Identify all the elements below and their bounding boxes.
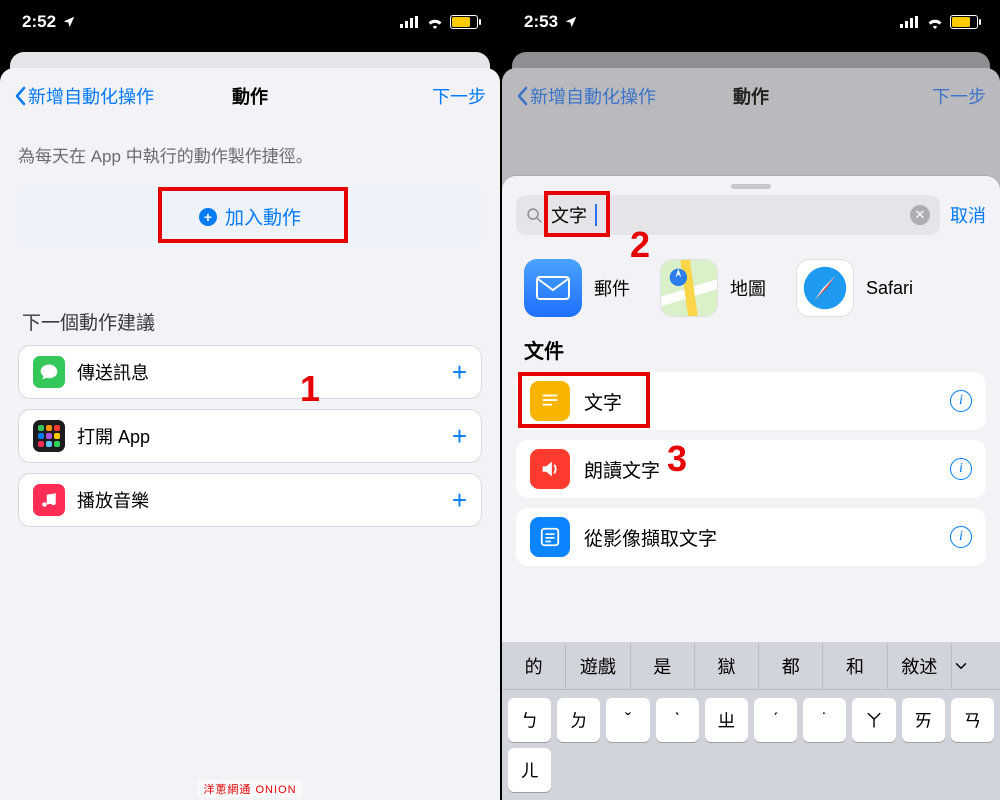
signal-icon [400,16,420,28]
hint-text: 為每天在 App 中執行的動作製作捷徑。 [18,142,482,167]
add-icon[interactable]: + [452,421,467,452]
suggestion-label: 播放音樂 [77,487,440,513]
result-item-extract[interactable]: 從影像擷取文字 i [516,508,986,566]
kb-sugg-item[interactable]: 敘述 [888,643,952,689]
wifi-icon [926,16,944,29]
battery-icon [450,15,478,29]
annotation-2: 2 [630,224,650,266]
mail-icon [524,259,582,317]
kb-sugg-item[interactable]: 都 [759,643,823,689]
wifi-icon [426,16,444,29]
annotation-3: 3 [667,438,687,480]
annotation-box-3 [518,372,650,428]
info-icon[interactable]: i [950,458,972,480]
keyboard-keys[interactable]: ㄅ ㄉ ˇ ˋ ㄓ ˊ ˙ ㄚ ㄞ ㄢ ㄦ [502,690,1000,800]
key[interactable]: ˇ [606,698,649,742]
app-label: 地圖 [730,275,766,301]
result-item-speak[interactable]: 朗讀文字 i [516,440,986,498]
clear-search-icon[interactable]: ✕ [910,205,930,225]
navbar: 新增自動化操作 動作 下一步 [0,68,500,124]
suggestion-list: 傳送訊息 + 打開 App + [18,345,482,527]
phone-right: 2:53 新增自動化操作 動作 下一步 [500,0,1000,800]
status-time: 2:52 [22,12,56,32]
watermark: 洋蔥網通 ONION [197,780,302,798]
kb-sugg-item[interactable]: 的 [502,643,566,689]
sheet-grabber[interactable] [731,184,771,189]
app-mail[interactable]: 郵件 [524,259,630,317]
add-icon[interactable]: + [452,485,467,516]
status-bar: 2:52 [0,0,500,44]
annotation-box-1 [158,187,348,243]
suggestion-label: 傳送訊息 [77,359,440,385]
key[interactable]: ˊ [754,698,797,742]
key[interactable]: ㄢ [951,698,994,742]
app-safari[interactable]: Safari [796,259,913,317]
location-icon [564,15,578,29]
message-icon [33,356,65,388]
status-bar: 2:53 [502,0,1000,44]
info-icon[interactable]: i [950,390,972,412]
key[interactable]: ㄅ [508,698,551,742]
keyboard[interactable]: 的 遊戲 是 獄 都 和 敘述 ㄅ ㄉ ˇ ˋ ㄓ ˊ ˙ ㄚ ㄞ [502,642,1000,800]
result-list: 文字 i 朗讀文字 i 從影像擷取文字 i [502,372,1000,566]
key[interactable]: ˋ [656,698,699,742]
key[interactable]: ㄚ [852,698,895,742]
app-shortcuts-row: 郵件 地圖 Safari [502,245,1000,335]
app-label: Safari [866,278,913,299]
suggestion-item[interactable]: 播放音樂 + [18,473,482,527]
maps-icon [660,259,718,317]
search-overlay-sheet: 文字 ✕ 取消 2 郵件 地圖 [502,176,1000,800]
kb-sugg-item[interactable]: 遊戲 [566,643,630,689]
status-time: 2:53 [524,12,558,32]
category-title: 文件 [502,335,1000,372]
add-action-container: + 加入動作 [18,185,482,248]
phone-left: 2:52 新增自動化操作 動作 下一步 為每天在 App 中執行的 [0,0,500,800]
next-button[interactable]: 下一步 [932,83,986,109]
result-label: 朗讀文字 [584,456,936,483]
kb-sugg-item[interactable]: 是 [631,643,695,689]
battery-icon [950,15,978,29]
app-label: 郵件 [594,275,630,301]
suggestion-section-title: 下一個動作建議 [22,308,482,335]
add-icon[interactable]: + [452,357,467,388]
back-button[interactable]: 新增自動化操作 [14,83,154,109]
kb-sugg-item[interactable]: 獄 [695,643,759,689]
back-label: 新增自動化操作 [530,83,656,109]
suggestion-item[interactable]: 傳送訊息 + [18,345,482,399]
result-item-text[interactable]: 文字 i [516,372,986,430]
signal-icon [900,16,920,28]
search-input[interactable]: 文字 ✕ [516,195,940,235]
key[interactable]: ㄞ [902,698,945,742]
annotation-box-2 [544,191,610,237]
keyboard-collapse-icon[interactable] [952,647,1000,685]
back-label: 新增自動化操作 [28,83,154,109]
back-button[interactable]: 新增自動化操作 [516,83,656,109]
image-text-icon [530,517,570,557]
keyboard-suggestions[interactable]: 的 遊戲 是 獄 都 和 敘述 [502,642,1000,690]
suggestion-label: 打開 App [77,423,440,449]
search-icon [526,207,543,224]
key[interactable]: ˙ [803,698,846,742]
suggestion-item[interactable]: 打開 App + [18,409,482,463]
speaker-icon [530,449,570,489]
info-icon[interactable]: i [950,526,972,548]
key[interactable]: ㄉ [557,698,600,742]
music-icon [33,484,65,516]
result-label: 從影像擷取文字 [584,524,936,551]
kb-sugg-item[interactable]: 和 [823,643,887,689]
apps-icon [33,420,65,452]
app-maps[interactable]: 地圖 [660,259,766,317]
key[interactable]: ㄦ [508,748,551,792]
location-icon [62,15,76,29]
next-button[interactable]: 下一步 [432,83,486,109]
key[interactable]: ㄓ [705,698,748,742]
safari-icon [796,259,854,317]
cancel-button[interactable]: 取消 [950,202,986,228]
main-sheet: 新增自動化操作 動作 下一步 為每天在 App 中執行的動作製作捷徑。 + 加入… [0,68,500,800]
annotation-1: 1 [300,368,320,410]
